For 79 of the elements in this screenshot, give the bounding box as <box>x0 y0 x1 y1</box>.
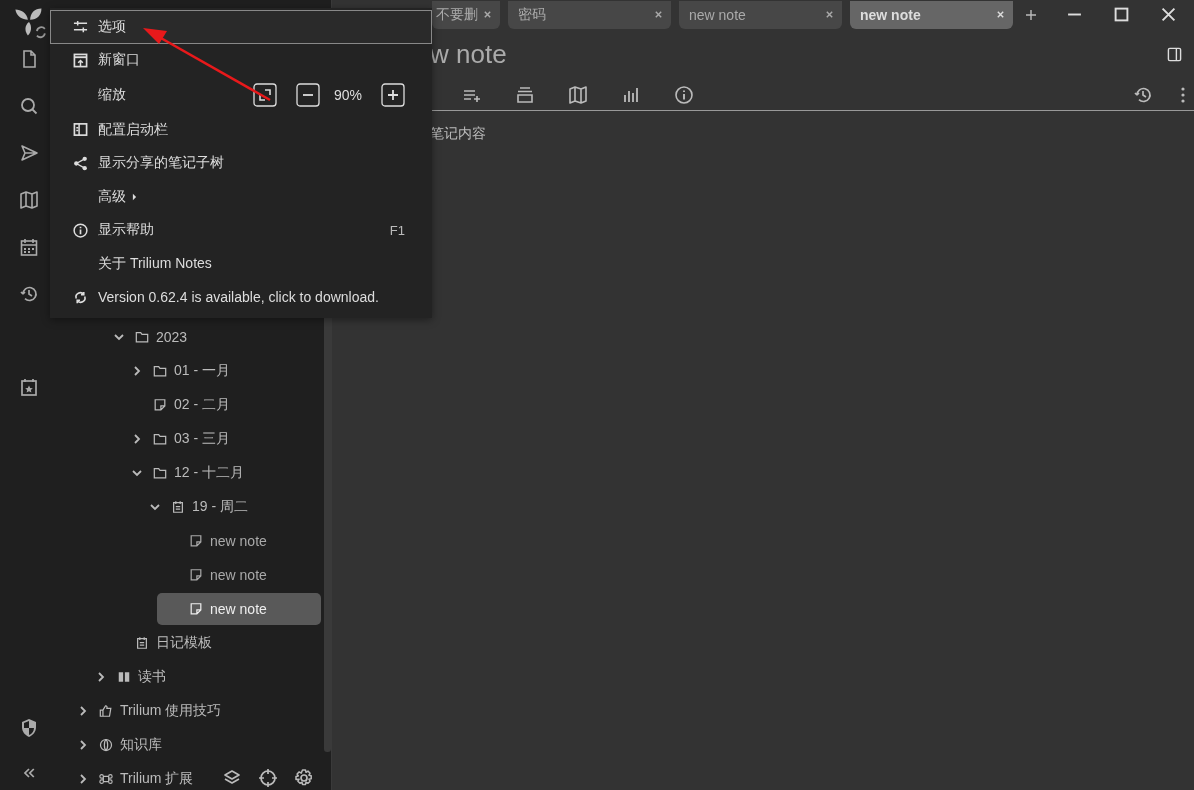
tab[interactable]: 不要删 <box>432 0 500 29</box>
map-icon[interactable] <box>568 84 588 105</box>
chevron-icon[interactable] <box>77 705 89 717</box>
globe-icon <box>99 738 113 752</box>
tree-item[interactable]: 2023 <box>131 321 321 353</box>
folder-icon <box>153 466 167 480</box>
tree-item[interactable]: 01 - 一月 <box>149 355 321 387</box>
share-icon <box>73 155 88 171</box>
search-icon[interactable] <box>19 96 39 116</box>
folder-icon <box>153 364 167 378</box>
menu-item[interactable]: 选项 <box>50 10 432 44</box>
note-icon <box>189 602 203 616</box>
chevron-icon[interactable] <box>77 739 89 751</box>
zoom-level: 90% <box>333 87 362 103</box>
tab[interactable]: new note <box>679 0 842 29</box>
note-icon <box>189 568 203 582</box>
menu-item[interactable]: 关于 Trilium Notes <box>50 247 432 281</box>
info-icon[interactable] <box>674 84 694 105</box>
note-icon <box>189 534 203 548</box>
menu-item[interactable]: 新窗口 <box>50 43 432 77</box>
tree-item[interactable]: 12 - 十二月 <box>149 457 321 489</box>
chevron-icon[interactable] <box>95 671 107 683</box>
send-icon[interactable] <box>19 143 39 163</box>
tree-item[interactable]: 知识库 <box>95 729 321 761</box>
tree-item[interactable]: 03 - 三月 <box>149 423 321 455</box>
book-icon <box>117 670 131 684</box>
tree-item[interactable]: 19 - 周二 <box>167 491 321 523</box>
note-icon <box>153 398 167 412</box>
calendar-page-icon <box>171 500 185 514</box>
close-icon[interactable] <box>483 10 492 19</box>
info-icon <box>73 222 88 238</box>
shortcut-label: F1 <box>389 222 405 238</box>
maximize-icon[interactable] <box>1114 7 1129 22</box>
tree-item[interactable]: Trilium 扩展 <box>95 763 321 790</box>
tab[interactable]: new note <box>850 0 1013 29</box>
stack-icon[interactable] <box>515 84 535 105</box>
sidebar-toggle-icon[interactable] <box>1167 46 1182 62</box>
menu-item[interactable]: 配置启动栏 <box>50 113 432 147</box>
shield-icon[interactable] <box>19 718 39 738</box>
chevron-icon[interactable] <box>131 467 143 479</box>
tree-item[interactable]: 02 - 二月 <box>149 389 321 421</box>
chevron-icon[interactable] <box>77 773 89 785</box>
menu-item[interactable]: 显示帮助 F1 <box>50 213 432 247</box>
new-window-icon <box>73 52 88 68</box>
chevron-icon[interactable] <box>131 365 143 377</box>
fullscreen-icon[interactable] <box>252 83 277 107</box>
crosshair-icon[interactable] <box>258 768 278 788</box>
chevron-icon[interactable] <box>131 433 143 445</box>
close-icon[interactable] <box>654 10 663 19</box>
zoom-out-icon[interactable] <box>295 83 320 107</box>
tab[interactable]: 密码 <box>508 0 671 29</box>
tree-item[interactable]: new note <box>157 593 321 625</box>
tree-item[interactable]: new note <box>185 559 321 591</box>
tree-item[interactable]: new note <box>185 525 321 557</box>
close-icon[interactable] <box>825 10 834 19</box>
caret-icon <box>132 192 137 201</box>
calendar-icon[interactable] <box>19 237 39 257</box>
menu-item[interactable]: 缩放 90% <box>50 77 432 113</box>
sliders-icon <box>73 19 88 35</box>
zoom-in-icon[interactable] <box>381 83 405 107</box>
history-icon[interactable] <box>19 284 39 304</box>
thumbs-up-icon <box>99 704 113 718</box>
sync-icon <box>73 289 88 305</box>
menu-item[interactable]: 高级 <box>50 180 432 214</box>
folder-icon <box>135 330 149 344</box>
tree-item[interactable]: 日记模板 <box>131 627 321 659</box>
calendar-page-icon <box>135 636 149 650</box>
panel-icon <box>73 122 88 138</box>
chevron-icon[interactable] <box>113 331 125 343</box>
folder-icon <box>153 432 167 446</box>
tree-item[interactable]: 读书 <box>113 661 321 693</box>
new-tab-icon[interactable] <box>1025 8 1037 21</box>
settings-icon[interactable] <box>294 768 314 788</box>
menu-item[interactable]: 显示分享的笔记子树 <box>50 146 432 180</box>
chevron-icon[interactable] <box>149 501 161 513</box>
command-icon <box>99 772 113 786</box>
menu-item[interactable]: Version 0.62.4 is available, click to download. <box>50 280 432 314</box>
tree-item[interactable]: Trilium 使用技巧 <box>95 695 321 727</box>
map-icon[interactable] <box>19 190 39 210</box>
